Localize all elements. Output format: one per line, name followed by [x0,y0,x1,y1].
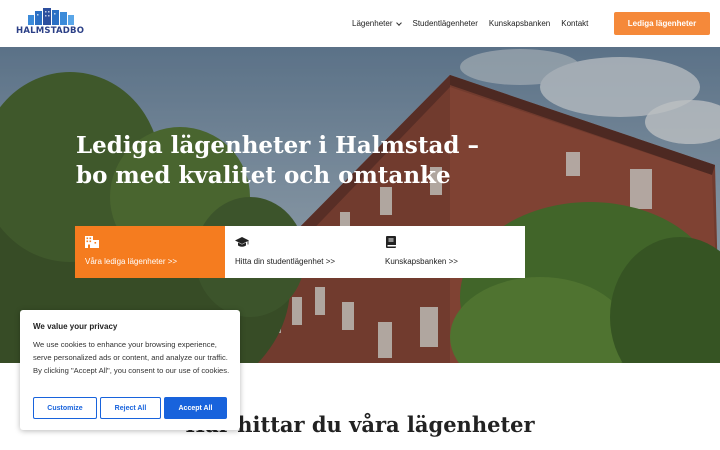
accept-all-button[interactable]: Accept All [164,397,227,419]
hero-cards: Våra lediga lägenheter >> Hitta din stud… [75,226,525,278]
book-icon [386,236,396,248]
nav-item-studentlagenheter[interactable]: Studentlägenheter [412,19,477,28]
card-kunskapsbanken[interactable]: Kunskapsbanken >> [375,226,525,278]
nav-item-label: Lägenheter [352,19,393,28]
nav-item-kunskapsbanken[interactable]: Kunskapsbanken [489,19,550,28]
nav-item-kontakt[interactable]: Kontakt [561,19,588,28]
logo-text: HALMSTADBO [16,26,85,36]
chevron-down-icon [396,19,403,26]
card-label: Hitta din studentlägenhet >> [235,257,336,266]
nav-item-lagenheter[interactable]: Lägenheter [352,19,403,28]
site-header: HALMSTADBO Lägenheter Studentlägenheter … [0,0,720,47]
cookie-consent-banner: We value your privacy We use cookies to … [20,310,240,430]
graduation-cap-icon [235,237,249,247]
main-nav: Lägenheter Studentlägenheter Kunskapsban… [352,0,599,47]
card-label: Våra lediga lägenheter >> [85,257,178,266]
halmstadbo-logo[interactable]: HALMSTADBO [16,7,90,37]
hero-title: Lediga lägenheter i Halmstad – bo med kv… [76,132,479,189]
reject-all-button[interactable]: Reject All [100,397,161,419]
card-label: Kunskapsbanken >> [385,257,458,266]
building-icon [85,236,99,248]
customize-button[interactable]: Customize [33,397,97,419]
cookie-text: We use cookies to enhance your browsing … [33,340,230,375]
cookie-title: We value your privacy [33,322,118,331]
card-studentlagenhet[interactable]: Hitta din studentlägenhet >> [225,226,375,278]
lediga-lagenheter-button[interactable]: Lediga lägenheter [614,12,710,35]
card-lediga-lagenheter[interactable]: Våra lediga lägenheter >> [75,226,225,278]
logo-buildings-icon [28,8,74,25]
